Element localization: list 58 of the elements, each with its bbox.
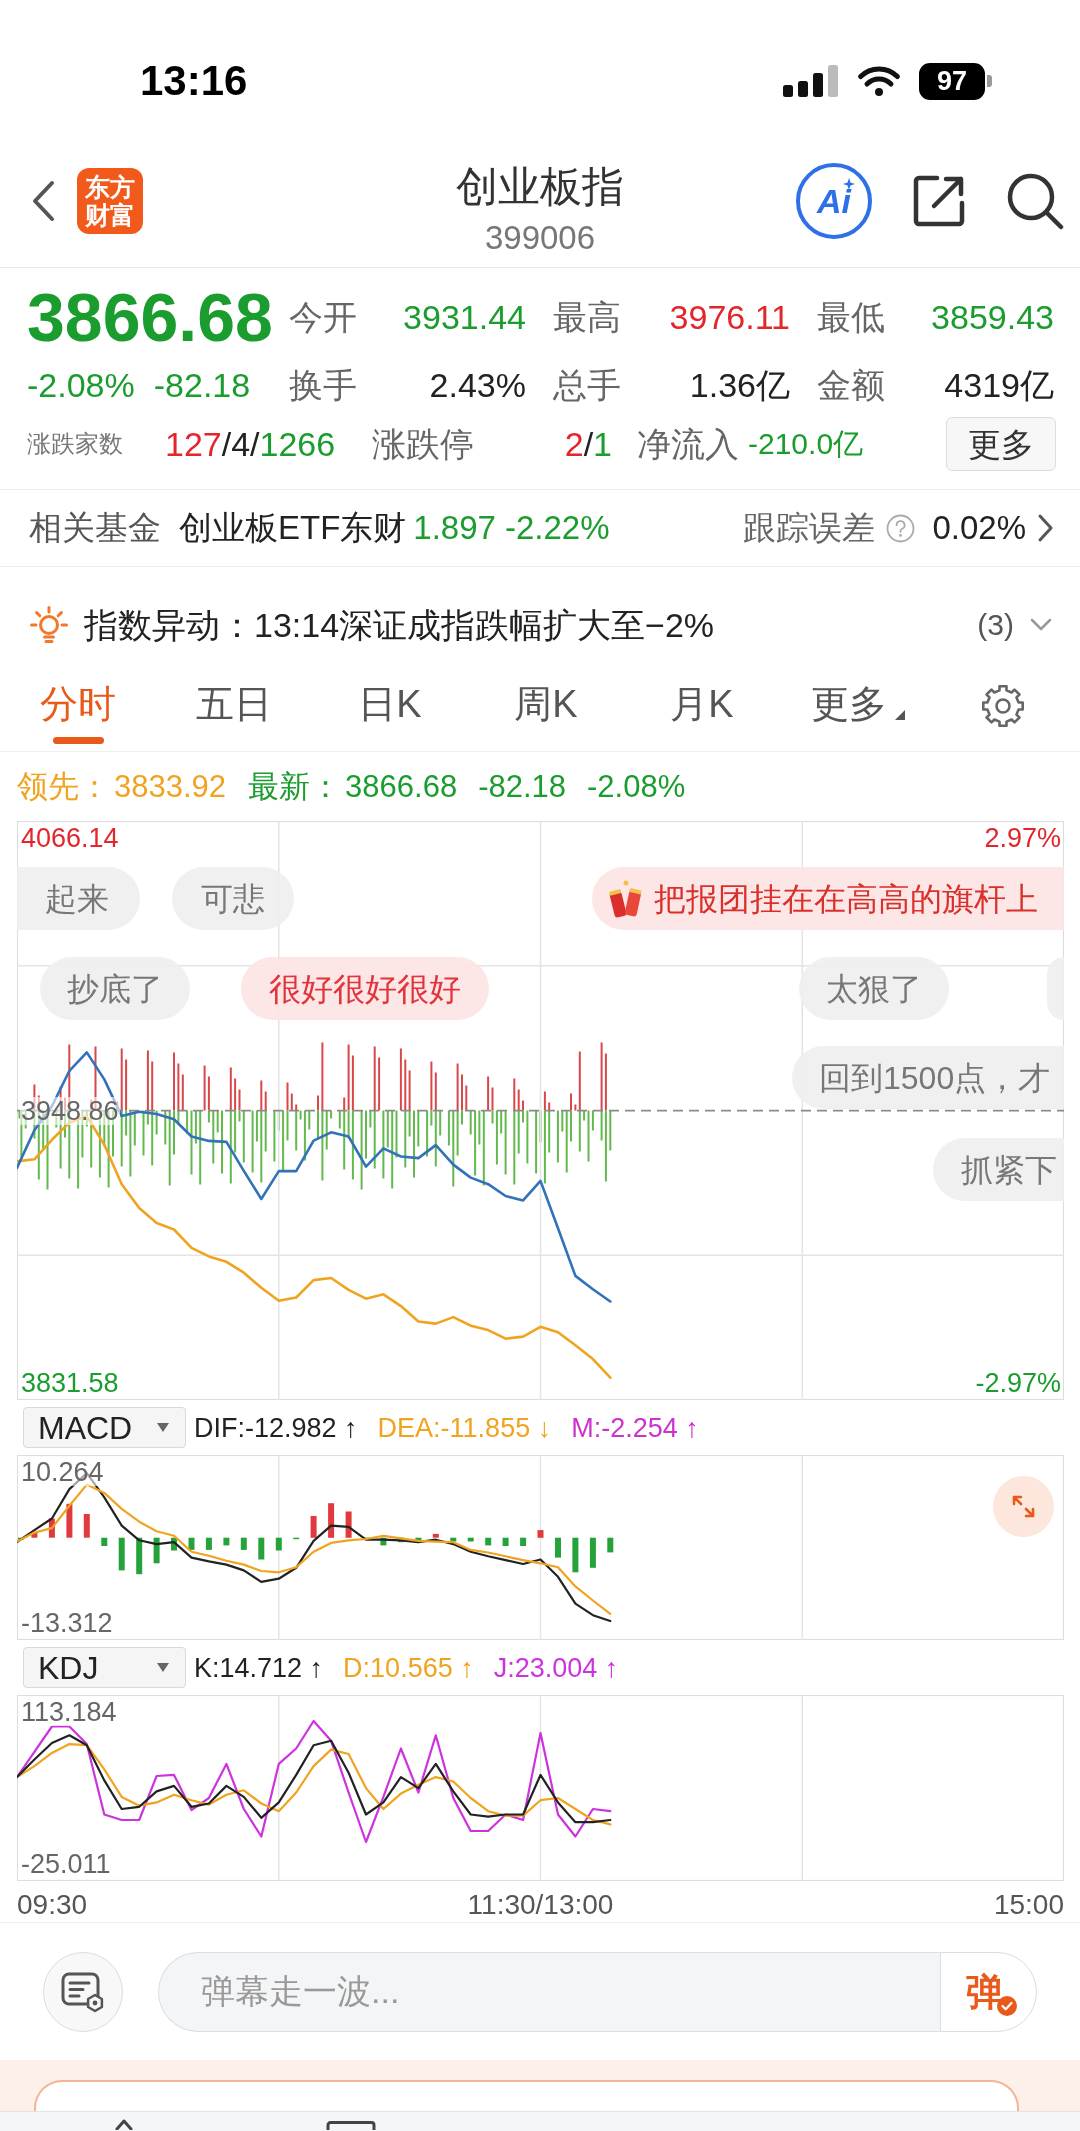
- change-percent: -2.08%: [27, 365, 135, 405]
- indicator-readout: DIF:-12.982 ↑: [194, 1411, 358, 1444]
- indicator-readout: DEA:-11.855 ↓: [377, 1411, 552, 1444]
- danmaku-text: 抄底了: [67, 970, 163, 1007]
- status-time: 13:16: [140, 60, 248, 102]
- legend-value: 3833.92: [114, 768, 227, 805]
- field-label: 换手: [289, 365, 357, 405]
- field-label: 总手: [553, 365, 621, 405]
- field-value: 1.36亿: [689, 365, 790, 405]
- legend-value: 3866.68: [345, 768, 458, 805]
- indicator-readout: M:-2.254 ↑: [571, 1411, 699, 1444]
- time-label: 11:30/13:00: [467, 1891, 614, 1919]
- page-title: 创业板指: [456, 163, 624, 211]
- tracking-error-label: 跟踪误差: [743, 508, 876, 548]
- change-amount: -82.18: [153, 365, 251, 405]
- axis-label: -2.97%: [975, 1369, 1061, 1397]
- field-value: 4319亿: [944, 365, 1054, 405]
- danmaku-text: 起来: [45, 880, 109, 917]
- indicator-readout: K:14.712 ↑: [194, 1651, 324, 1684]
- limit-count: 2/1: [564, 424, 612, 464]
- field-label: 金额: [817, 365, 885, 405]
- last-price: 3866.68: [27, 282, 274, 352]
- danmaku-text: 太狠了: [826, 970, 922, 1007]
- advance-decline-count: 127/4/1266: [165, 424, 337, 464]
- fund-price: 1.897: [413, 508, 496, 548]
- indicator-readout: J:23.004 ↑: [493, 1651, 619, 1684]
- alert-count: (3): [977, 606, 1014, 643]
- field-label: 最低: [817, 297, 885, 337]
- field-value: 3859.43: [931, 297, 1054, 337]
- field-value: 2.43%: [429, 365, 526, 405]
- net-inflow-value: -210.0亿: [748, 426, 864, 462]
- legend-value: -82.18: [478, 768, 567, 805]
- tracking-error-value: 0.02%: [932, 508, 1026, 548]
- legend-label: 最新：: [248, 768, 342, 805]
- danmaku-text: 把报团挂在在高高的旗杆上: [654, 880, 1038, 917]
- legend-value: -2.08%: [587, 768, 686, 805]
- field-label: 最高: [553, 297, 621, 337]
- axis-label: 2.97%: [984, 824, 1061, 852]
- legend-label: 领先：: [17, 768, 110, 805]
- field-label: 今开: [289, 297, 357, 337]
- net-inflow-label: 净流入: [637, 424, 739, 464]
- danmaku-text: 抓紧下: [961, 1151, 1057, 1188]
- danmaku-text: 回到1500点，才: [819, 1059, 1051, 1096]
- breadth-label: 涨跌家数: [27, 429, 124, 459]
- fund-section-label: 相关基金: [29, 508, 161, 548]
- stock-code: 399006: [484, 219, 596, 257]
- axis-label: 3948.86: [20, 1096, 120, 1125]
- limit-label: 涨跌停: [372, 424, 474, 464]
- danmaku-text: 很好很好很好: [269, 970, 461, 1007]
- fund-change: -2.22%: [504, 508, 610, 548]
- battery-indicator: 97: [919, 62, 992, 100]
- field-value: 3976.11: [669, 297, 790, 337]
- app-logo: 东方 财富: [77, 168, 143, 234]
- indicator-readout: D:10.565 ↑: [343, 1651, 474, 1684]
- time-label: 09:30: [17, 1891, 88, 1919]
- danmaku-text: 可悲: [201, 880, 265, 917]
- time-label: 15:00: [993, 1891, 1064, 1919]
- field-value: 3931.44: [403, 297, 526, 337]
